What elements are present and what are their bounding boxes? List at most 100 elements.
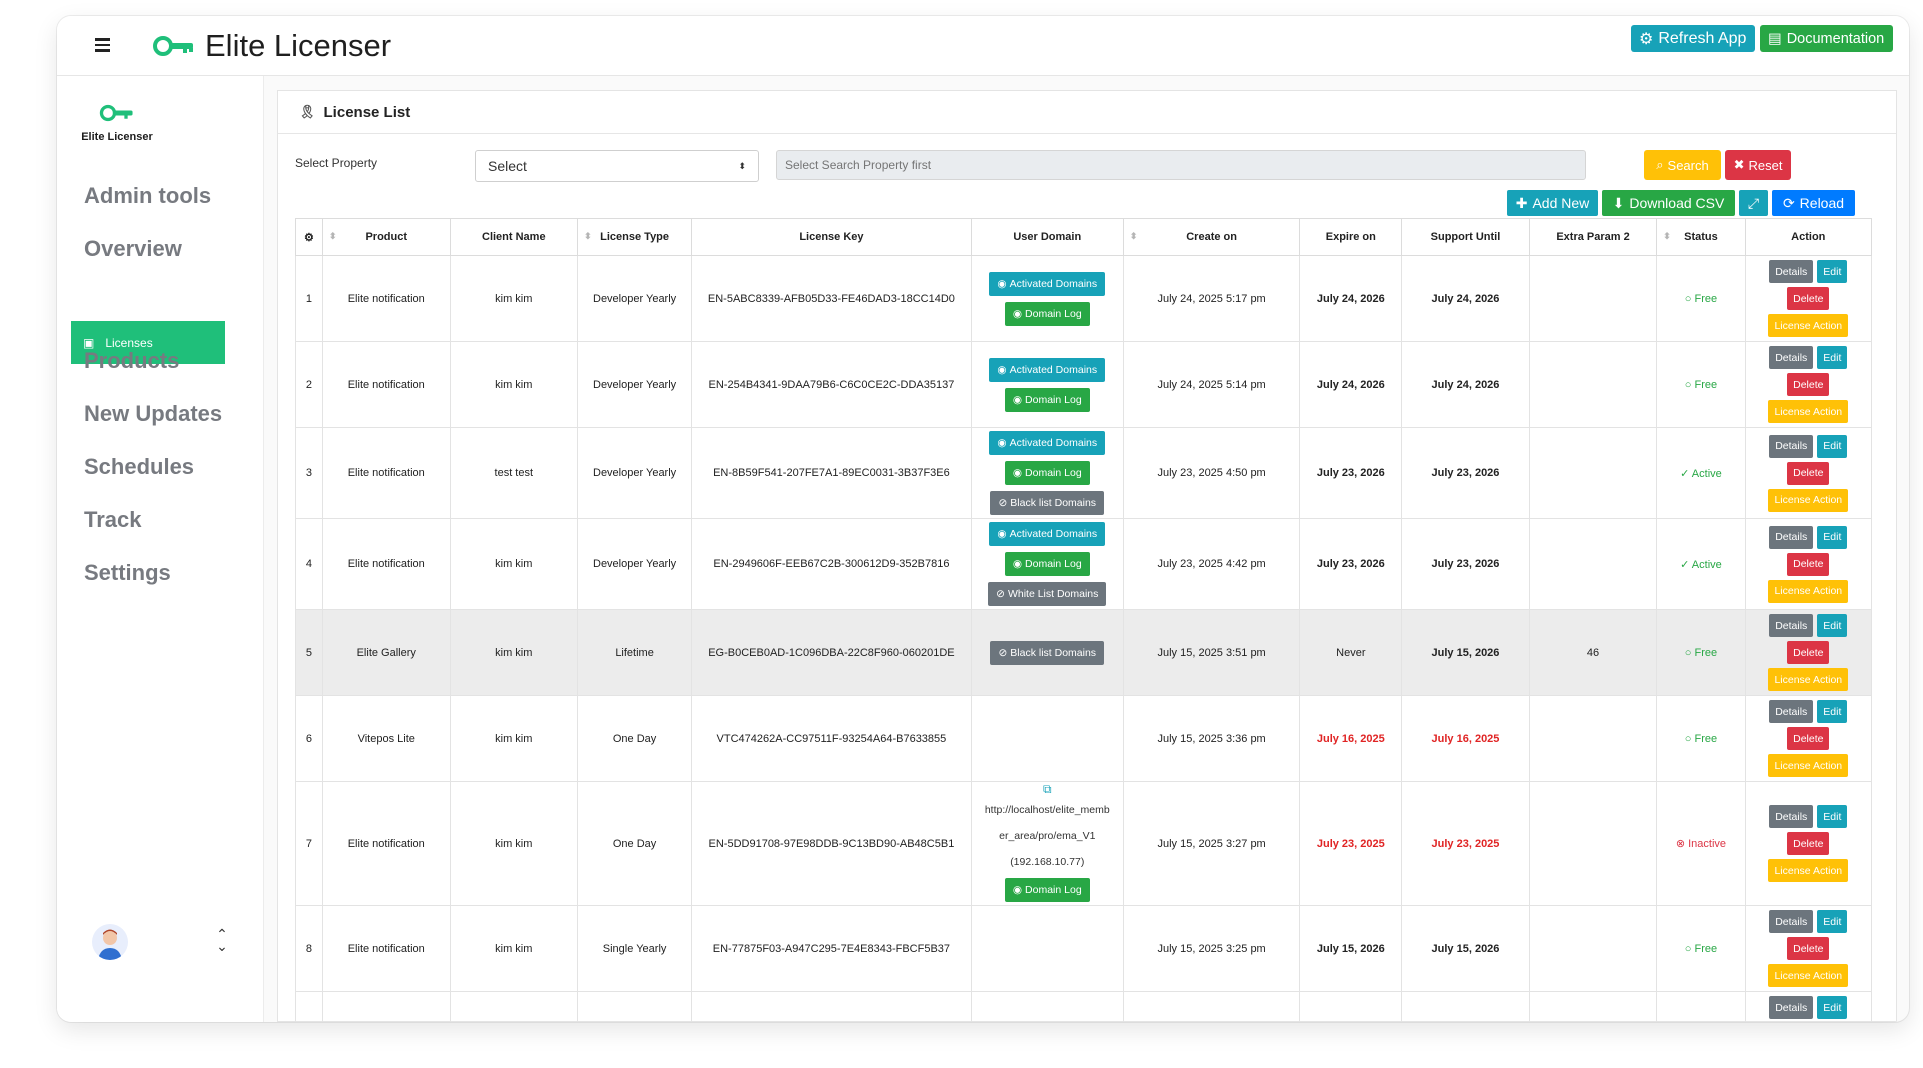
activated-domains-button[interactable]: ◉ Activated Domains [989, 522, 1106, 546]
edit-button[interactable]: Edit [1817, 260, 1848, 283]
table-row: 1 Elite notification kim kim Developer Y… [295, 255, 1872, 342]
cell-expire: July 23, 2026 [1299, 427, 1403, 519]
domain-log-button[interactable]: ◉ Domain Log [1004, 301, 1090, 326]
sidebar-item-track[interactable]: Track [84, 507, 142, 533]
add-new-button[interactable]: ✚ Add New [1507, 190, 1598, 216]
edit-button[interactable]: Edit [1817, 525, 1848, 549]
license-action-button[interactable]: License Action [1768, 859, 1849, 882]
gear-icon: ⚙ [1639, 30, 1654, 48]
domain-log-button[interactable]: ◉ Domain Log [1004, 552, 1090, 576]
col-expire-on[interactable]: Expire on [1299, 218, 1403, 256]
license-action-button[interactable]: License Action [1768, 314, 1849, 337]
edit-button[interactable]: Edit [1817, 434, 1848, 458]
edit-button[interactable]: Edit [1817, 346, 1848, 369]
col-create-on[interactable]: ⬍ Create on [1122, 218, 1301, 256]
col-client-name[interactable]: Client Name [449, 218, 579, 256]
cell-support: July 23, 2026 [1401, 427, 1530, 519]
details-button[interactable]: Details [1769, 434, 1814, 458]
black-list-domains-button[interactable]: ⊘ Black list Domains [990, 640, 1105, 665]
refresh-app-button[interactable]: ⚙ Refresh App [1631, 25, 1755, 52]
hamburger-menu-icon[interactable] [87, 32, 117, 58]
refresh-icon: ⟳ [1782, 194, 1795, 211]
sidebar-item-new-updates[interactable]: New Updates [84, 401, 222, 427]
cell-key: VTC474262A-CC97511F-93254A64-B7633855 [691, 695, 972, 782]
cell-actions: Details Edit Delete License Action [1744, 609, 1872, 696]
details-button[interactable]: Details [1769, 346, 1814, 369]
domain-log-button[interactable]: ◉ Domain Log [1004, 878, 1090, 902]
edit-button[interactable]: Edit [1817, 614, 1848, 637]
delete-button[interactable]: Delete [1787, 287, 1830, 310]
reset-button[interactable]: ✖ Reset [1725, 150, 1791, 180]
row-number: 7 [295, 781, 323, 906]
activated-domains-button[interactable]: ◉ Activated Domains [989, 357, 1106, 382]
delete-button[interactable]: Delete [1787, 727, 1830, 750]
col-product[interactable]: ⬍ Product [321, 218, 451, 256]
col-license-key[interactable]: License Key [691, 218, 972, 256]
delete-button[interactable]: Delete [1787, 937, 1830, 960]
delete-button[interactable]: Delete [1787, 641, 1830, 664]
sidebar-item-overview[interactable]: Overview [84, 236, 182, 262]
delete-button[interactable]: Delete [1787, 832, 1830, 855]
white-list-domains-button[interactable]: ⊘ White List Domains [988, 582, 1107, 606]
sidebar-item-admin-tools[interactable]: Admin tools [84, 183, 211, 209]
details-button[interactable]: Details [1769, 805, 1814, 828]
chevron-up-down-icon[interactable]: ⌃ ⌄ [216, 927, 228, 953]
settings-column-icon[interactable]: ⚙ [295, 218, 323, 256]
domain-log-button[interactable]: ◉ Domain Log [1004, 461, 1090, 485]
activated-domains-button[interactable]: ◉ Activated Domains [989, 431, 1106, 455]
download-csv-button[interactable]: ⬇ Download CSV [1602, 190, 1735, 216]
delete-button[interactable]: Delete [1787, 461, 1830, 485]
cell-status: ○ Free [1656, 695, 1746, 782]
details-button[interactable]: Details [1769, 996, 1814, 1019]
details-button[interactable]: Details [1769, 700, 1814, 723]
property-select[interactable]: Select ⬍ [475, 150, 759, 182]
cell-type: One Day [577, 781, 693, 906]
edit-button[interactable]: Edit [1817, 910, 1848, 933]
sidebar-logo: Elite Licenser [77, 104, 157, 143]
search-button[interactable]: ⌕ Search [1644, 150, 1721, 180]
black-list-domains-button[interactable]: ⊘ Black list Domains [990, 491, 1105, 515]
sidebar-item-settings[interactable]: Settings [84, 560, 171, 586]
cell-support: July 16, 2025 [1401, 695, 1530, 782]
details-button[interactable]: Details [1769, 614, 1814, 637]
sidebar-item-schedules[interactable]: Schedules [84, 454, 194, 480]
card-header: 🎗 License List [278, 91, 1896, 134]
col-license-type[interactable]: ⬍ License Type [577, 218, 693, 256]
license-action-button[interactable]: License Action [1768, 668, 1849, 691]
col-user-domain[interactable]: User Domain [970, 218, 1124, 256]
app-window: Elite Licenser ⚙ Refresh App ▤ Documenta… [57, 16, 1909, 1022]
expand-icon[interactable]: ⤢ [1739, 190, 1768, 216]
details-button[interactable]: Details [1769, 260, 1814, 283]
details-button[interactable]: Details [1769, 910, 1814, 933]
cell-extra [1528, 695, 1658, 782]
cell-type: Developer Yearly [577, 427, 693, 519]
activated-domains-button[interactable]: ◉ Activated Domains [989, 271, 1106, 296]
sidebar-item-products[interactable]: Products [84, 348, 179, 374]
avatar[interactable] [92, 924, 128, 960]
col-status[interactable]: ⬍ Status [1656, 218, 1746, 256]
delete-button[interactable]: Delete [1787, 373, 1830, 396]
domain-log-button[interactable]: ◉ Domain Log [1004, 387, 1090, 412]
license-action-button[interactable]: License Action [1768, 579, 1849, 603]
license-action-button[interactable]: License Action [1768, 488, 1849, 512]
cell-domain: ⊘ Black list Domains [970, 609, 1124, 696]
license-action-button[interactable]: License Action [1768, 400, 1849, 423]
search-input[interactable] [776, 150, 1586, 180]
documentation-button[interactable]: ▤ Documentation [1760, 25, 1893, 52]
edit-button[interactable]: Edit [1817, 805, 1848, 828]
license-action-button[interactable]: License Action [1768, 754, 1849, 777]
reload-label: Reload [1799, 195, 1845, 211]
edit-button[interactable]: Edit [1817, 996, 1848, 1019]
cell-status: ⊗ Inactive [1656, 781, 1746, 906]
col-support-until[interactable]: Support Until [1401, 218, 1530, 256]
delete-button[interactable]: Delete [1787, 552, 1830, 576]
external-link-icon[interactable]: ⧉ [976, 782, 1119, 797]
license-action-button[interactable]: License Action [1768, 964, 1849, 987]
cell-type: Developer Yearly [577, 255, 693, 342]
cell-type: One Day [577, 695, 693, 782]
edit-button[interactable]: Edit [1817, 700, 1848, 723]
col-extra-param-2[interactable]: Extra Param 2 [1528, 218, 1658, 256]
details-button[interactable]: Details [1769, 525, 1814, 549]
table-row: 7 Elite notification kim kim One Day EN-… [295, 781, 1872, 906]
reload-button[interactable]: ⟳ Reload [1772, 190, 1855, 216]
